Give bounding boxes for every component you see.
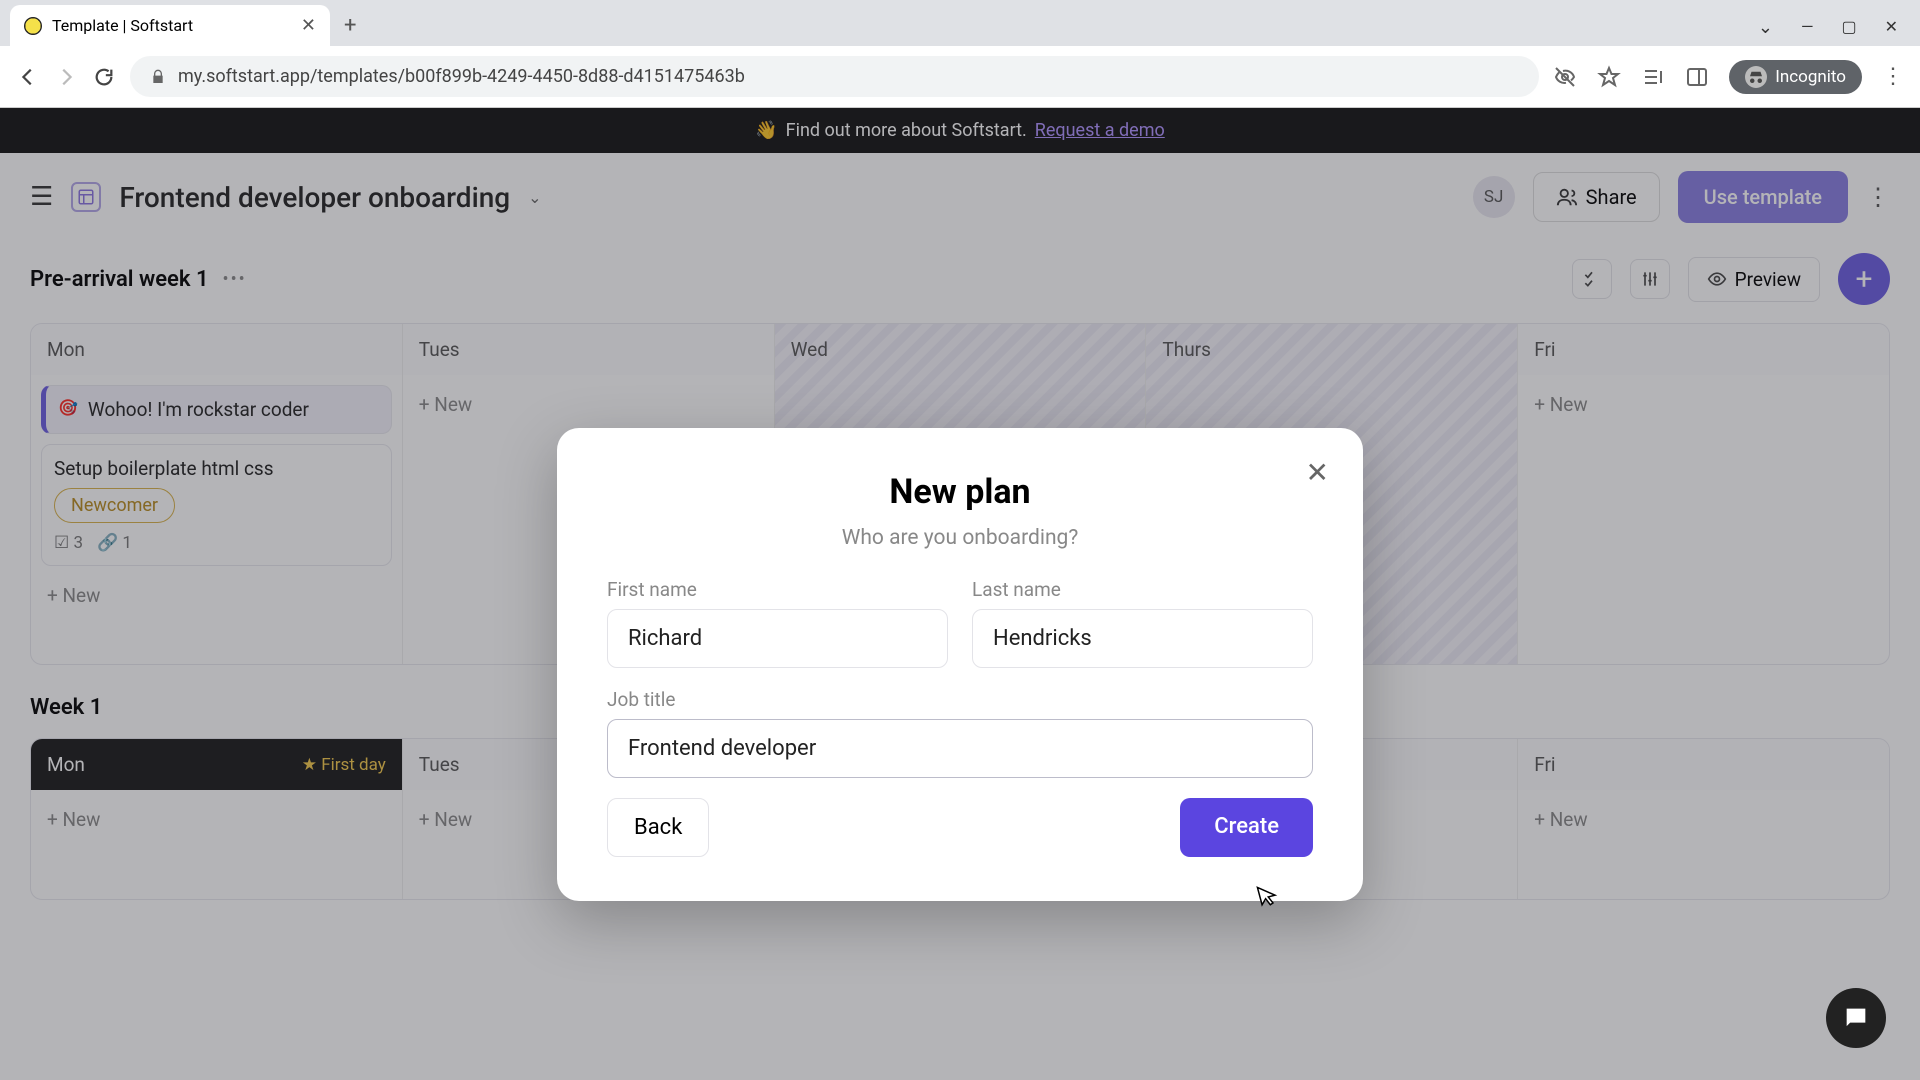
star-icon[interactable] xyxy=(1597,65,1621,89)
new-tab-button[interactable]: + xyxy=(330,5,370,46)
back-button[interactable] xyxy=(16,65,40,89)
modal-title: New plan xyxy=(607,472,1313,512)
tab-title: Template | Softstart xyxy=(52,16,193,35)
browser-menu-button[interactable]: ⋮ xyxy=(1882,64,1904,89)
lock-icon xyxy=(150,69,166,85)
browser-tab[interactable]: Template | Softstart ✕ xyxy=(10,5,330,46)
new-plan-modal: ✕ New plan Who are you onboarding? First… xyxy=(557,428,1363,901)
last-name-input[interactable] xyxy=(972,609,1313,668)
side-panel-icon[interactable] xyxy=(1685,65,1709,89)
last-name-label: Last name xyxy=(972,578,1313,601)
favicon-icon xyxy=(24,17,42,35)
maximize-button[interactable]: ▢ xyxy=(1841,17,1856,38)
last-name-field: Last name xyxy=(972,578,1313,668)
incognito-icon xyxy=(1745,66,1767,88)
chat-fab[interactable] xyxy=(1826,988,1886,1048)
url-field[interactable]: my.softstart.app/templates/b00f899b-4249… xyxy=(130,56,1539,97)
close-modal-button[interactable]: ✕ xyxy=(1306,456,1329,489)
job-title-label: Job title xyxy=(607,688,1313,711)
minimize-button[interactable]: — xyxy=(1801,17,1814,38)
tab-strip: Template | Softstart ✕ + ⌄ — ▢ ✕ xyxy=(0,0,1920,46)
reading-list-icon[interactable] xyxy=(1641,65,1665,89)
tab-close-button[interactable]: ✕ xyxy=(301,15,316,36)
tabs-dropdown-icon[interactable]: ⌄ xyxy=(1758,17,1773,38)
job-title-field: Job title xyxy=(607,688,1313,778)
incognito-badge[interactable]: Incognito xyxy=(1729,60,1862,94)
eye-off-icon[interactable] xyxy=(1553,65,1577,89)
first-name-label: First name xyxy=(607,578,948,601)
browser-chrome: Template | Softstart ✕ + ⌄ — ▢ ✕ my.soft… xyxy=(0,0,1920,108)
first-name-field: First name xyxy=(607,578,948,668)
modal-subtitle: Who are you onboarding? xyxy=(607,526,1313,550)
address-bar: my.softstart.app/templates/b00f899b-4249… xyxy=(0,46,1920,108)
first-name-input[interactable] xyxy=(607,609,948,668)
forward-button[interactable] xyxy=(54,65,78,89)
create-button[interactable]: Create xyxy=(1180,798,1313,857)
url-text: my.softstart.app/templates/b00f899b-4249… xyxy=(178,66,745,87)
app-viewport: 👋 Find out more about Softstart. Request… xyxy=(0,108,1920,1080)
window-controls: ⌄ — ▢ ✕ xyxy=(1736,9,1920,46)
incognito-label: Incognito xyxy=(1775,67,1846,87)
back-button[interactable]: Back xyxy=(607,798,709,857)
job-title-input[interactable] xyxy=(607,719,1313,778)
reload-button[interactable] xyxy=(92,65,116,89)
close-window-button[interactable]: ✕ xyxy=(1885,17,1898,38)
toolbar-right: Incognito ⋮ xyxy=(1553,60,1904,94)
